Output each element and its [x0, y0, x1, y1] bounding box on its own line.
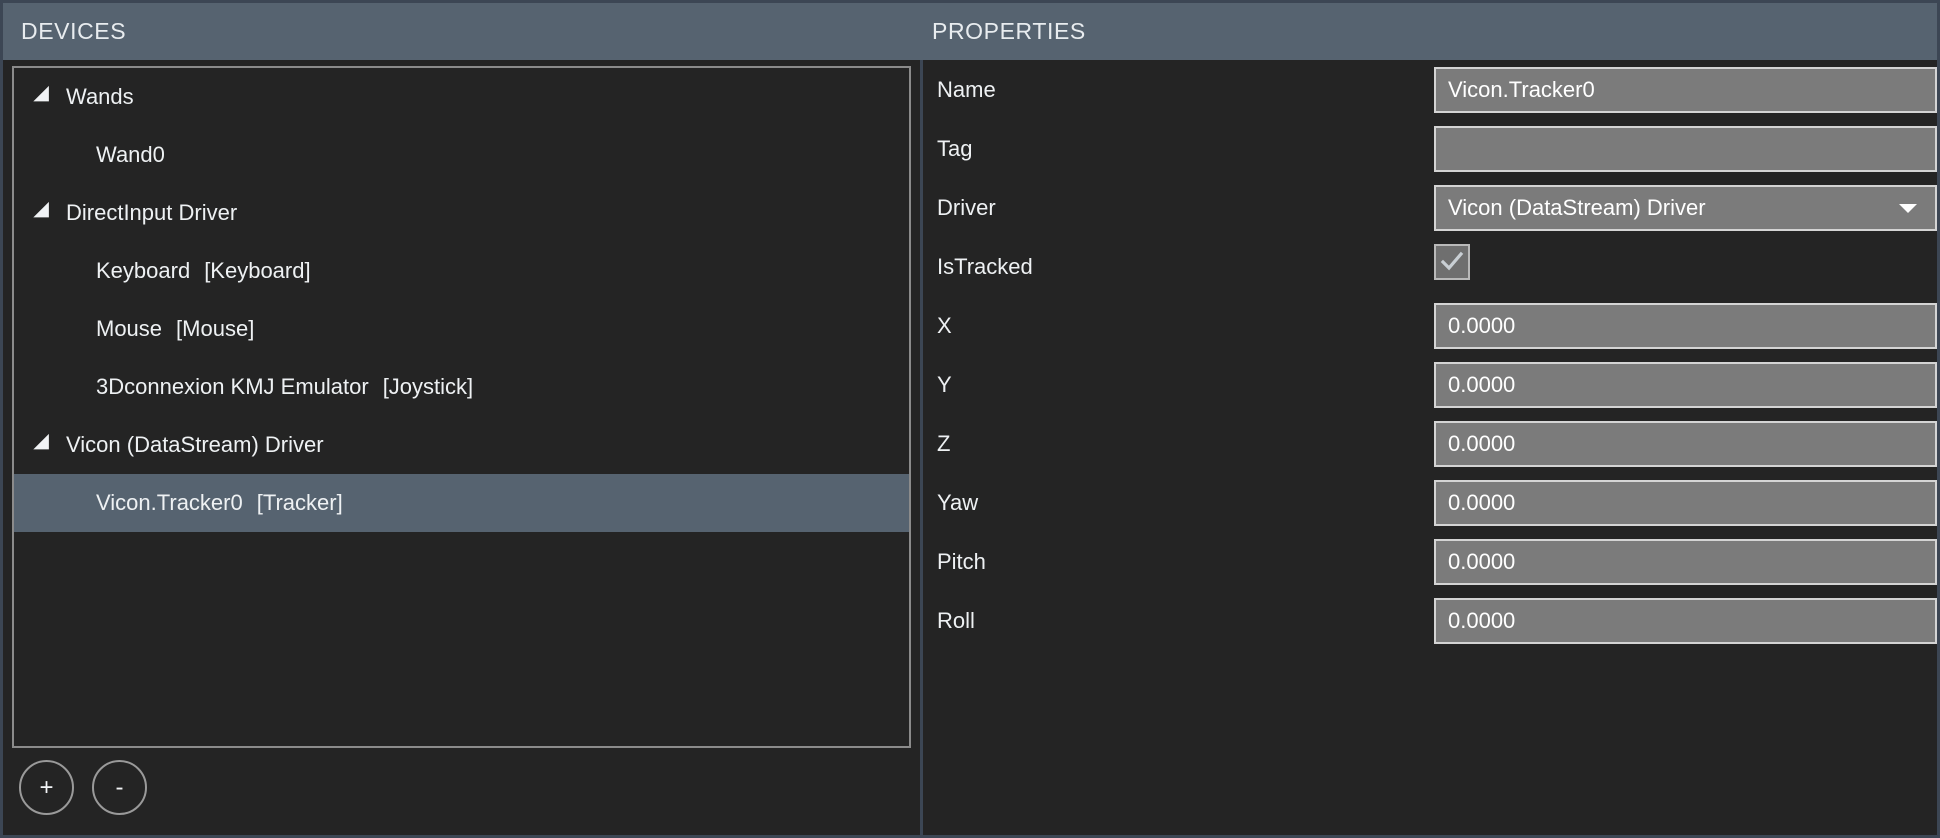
devices-panel-title: DEVICES — [21, 18, 127, 44]
tree-item[interactable]: 3Dconnexion KMJ Emulator [Joystick] — [14, 358, 909, 416]
roll-field-value: 0.0000 — [1448, 607, 1516, 633]
properties-panel-title: PROPERTIES — [932, 18, 1086, 44]
tree-item-type: [Joystick] — [382, 374, 474, 399]
z-field-value: 0.0000 — [1448, 430, 1516, 456]
property-label: Driver — [937, 194, 996, 220]
property-label: Name — [937, 76, 996, 102]
devices-header-bar: DEVICES — [3, 3, 920, 60]
expand-collapse-triangle-icon[interactable] — [33, 433, 57, 457]
yaw-field-value: 0.0000 — [1448, 489, 1516, 515]
property-row: Z 0.0000 — [923, 414, 1937, 473]
tree-item-type: [Keyboard] — [204, 258, 311, 283]
tree-item-label: Wand0 — [96, 142, 165, 167]
tree-item-label: Vicon (DataStream) Driver — [66, 432, 324, 457]
tree-item-label: 3Dconnexion KMJ Emulator — [96, 374, 369, 399]
x-field-value: 0.0000 — [1448, 312, 1516, 338]
pitch-field-value: 0.0000 — [1448, 548, 1516, 574]
tree-item[interactable]: Mouse [Mouse] — [14, 300, 909, 358]
pitch-field[interactable]: 0.0000 — [1434, 538, 1937, 585]
property-row: X 0.0000 — [923, 296, 1937, 355]
tree-item[interactable]: Vicon (DataStream) Driver — [14, 416, 909, 474]
property-label: Tag — [937, 135, 973, 161]
tree-item[interactable]: DirectInput Driver — [14, 184, 909, 242]
checkmark-icon — [1440, 251, 1464, 270]
property-row: Yaw 0.0000 — [923, 473, 1937, 532]
tree-item-type: [Mouse] — [176, 316, 255, 341]
yaw-field[interactable]: 0.0000 — [1434, 479, 1937, 526]
properties-list: Name Vicon.Tracker0 Tag Driver Vicon (DataSt… — [923, 60, 1937, 650]
property-row: Tag — [923, 119, 1937, 178]
remove-device-button[interactable]: - — [92, 760, 147, 815]
property-label: IsTracked — [937, 253, 1033, 279]
tree-item[interactable]: Wands — [14, 68, 909, 126]
driver-dropdown-value: Vicon (DataStream) Driver — [1448, 194, 1706, 220]
property-row: Driver Vicon (DataStream) Driver — [923, 178, 1937, 237]
property-label: Z — [937, 430, 951, 456]
name-field[interactable]: Vicon.Tracker0 — [1434, 66, 1937, 113]
tree-item-selected[interactable]: Vicon.Tracker0 [Tracker] — [14, 474, 909, 532]
y-field-value: 0.0000 — [1448, 371, 1516, 397]
property-label: Roll — [937, 607, 975, 633]
tree-item-label: DirectInput Driver — [66, 200, 238, 225]
tree-item-label: Keyboard — [96, 258, 191, 283]
istracked-checkbox[interactable] — [1434, 243, 1470, 280]
property-row: Roll 0.0000 — [923, 591, 1937, 650]
property-label: Y — [937, 371, 952, 397]
tag-field[interactable] — [1434, 125, 1937, 172]
tree-item-label: Mouse — [96, 316, 163, 341]
property-control: 0.0000 — [1434, 420, 1937, 467]
tree-item-type: [Tracker] — [256, 490, 343, 515]
y-field[interactable]: 0.0000 — [1434, 361, 1937, 408]
property-control — [1434, 125, 1937, 172]
property-control — [1434, 243, 1937, 290]
property-row: Pitch 0.0000 — [923, 532, 1937, 591]
property-label: Pitch — [937, 548, 986, 574]
tree-item-label: Vicon.Tracker0 — [96, 490, 243, 515]
properties-panel: Name Vicon.Tracker0 Tag Driver Vicon (DataSt… — [920, 60, 1937, 835]
property-control: Vicon (DataStream) Driver — [1434, 184, 1937, 231]
devices-panel: Wands Wand0 DirectInput Driver Keyboard [Key… — [3, 60, 920, 835]
property-control: 0.0000 — [1434, 479, 1937, 526]
tree-action-buttons: + - — [19, 760, 147, 815]
property-row: IsTracked — [923, 237, 1937, 296]
add-device-button[interactable]: + — [19, 760, 74, 815]
tree-item[interactable]: Wand0 — [14, 126, 909, 184]
device-configuration-window: DEVICES PROPERTIES Wands Wand0 DirectInput… — [0, 0, 1940, 838]
chevron-down-icon[interactable] — [1899, 203, 1917, 213]
devices-tree[interactable]: Wands Wand0 DirectInput Driver Keyboard [Key… — [12, 66, 911, 748]
property-row: Name Vicon.Tracker0 — [923, 60, 1937, 119]
property-control: 0.0000 — [1434, 361, 1937, 408]
roll-field[interactable]: 0.0000 — [1434, 597, 1937, 644]
property-label: Yaw — [937, 489, 979, 515]
expand-collapse-triangle-icon[interactable] — [33, 201, 57, 225]
properties-header-bar: PROPERTIES — [920, 3, 1937, 60]
x-field[interactable]: 0.0000 — [1434, 302, 1937, 349]
tree-item-label: Wands — [66, 84, 134, 109]
tree-item[interactable]: Keyboard [Keyboard] — [14, 242, 909, 300]
property-control: 0.0000 — [1434, 597, 1937, 644]
driver-dropdown[interactable]: Vicon (DataStream) Driver — [1434, 184, 1937, 231]
property-control: 0.0000 — [1434, 538, 1937, 585]
z-field[interactable]: 0.0000 — [1434, 420, 1937, 467]
property-row: Y 0.0000 — [923, 355, 1937, 414]
property-control: 0.0000 — [1434, 302, 1937, 349]
expand-collapse-triangle-icon[interactable] — [33, 85, 57, 109]
property-control: Vicon.Tracker0 — [1434, 66, 1937, 113]
property-label: X — [937, 312, 952, 338]
name-field-value: Vicon.Tracker0 — [1448, 76, 1595, 102]
